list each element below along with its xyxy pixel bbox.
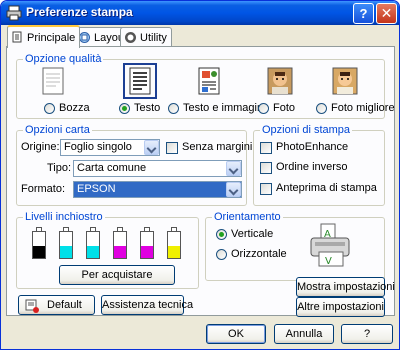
document-printer-icon [12,31,22,43]
technical-support-button[interactable]: Assistenza tecnica [101,295,193,315]
orientation-group: Orientamento Verticale Orizzontale A V [205,211,385,281]
show-settings-button[interactable]: Mostra impostazioni [296,277,395,297]
ink-cartridge-light-magenta [140,231,154,259]
chevron-down-icon[interactable] [144,140,159,155]
help-button[interactable]: ? [341,324,393,344]
cancel-button[interactable]: Annulla [274,324,334,344]
radio-testo-label: Testo [134,102,161,114]
ok-button[interactable]: OK [206,324,266,344]
svg-text:V: V [325,256,332,267]
borderless-checkbox[interactable] [166,142,178,154]
radio-bozza[interactable] [44,103,55,114]
default-printer-icon [25,299,39,313]
window-title: Preferenze stampa [26,5,133,19]
ink-level-fill [114,246,126,258]
best-photo-icon[interactable] [331,66,359,96]
photo-icon[interactable] [266,66,294,96]
ink-level-fill [87,246,99,258]
print-preview-label: Anteprima di stampa [276,182,377,194]
tab-principale-label: Principale [27,31,76,44]
radio-bozza-label: Bozza [59,102,90,114]
radio-foto-migliore[interactable] [316,103,327,114]
radio-orizzontale-label: Orizzontale [231,248,287,260]
ink-cartridge-yellow [167,231,181,259]
format-label: Formato: [21,183,66,195]
paper-options-group: Opzioni carta Origine: Foglio singolo Se… [16,124,252,206]
tab-utility-label: Utility [140,31,167,44]
origin-label: Origine: [21,141,60,153]
orientation-group-title: Orientamento [212,211,283,223]
radio-testo[interactable] [119,103,130,114]
ink-level-fill [168,246,180,258]
utility-printer-icon [125,32,136,43]
text-document-icon[interactable] [123,63,157,99]
radio-testo-e-immagine[interactable] [168,103,179,114]
print-preferences-window: Preferenze stampa ? ✕ Principale Layout … [0,0,400,350]
ink-cartridge-magenta [113,231,127,259]
radio-foto-migliore-label: Foto migliore [331,102,395,114]
title-bar[interactable]: Preferenze stampa ? ✕ [1,1,399,25]
quality-group-title: Opzione qualità [23,53,104,65]
print-options-group-title: Opzioni di stampa [260,124,353,136]
print-preview-checkbox[interactable] [260,183,272,195]
photoenhance-checkbox[interactable] [260,142,272,154]
origin-select-value: Foglio singolo [64,141,132,153]
origin-select[interactable]: Foglio singolo [60,139,160,156]
ink-levels-group: Livelli inchiostro Per acquistare [16,211,199,289]
printer-app-icon [6,5,22,21]
radio-testo-e-immagine-label: Testo e immagine [183,102,270,114]
radio-verticale[interactable] [216,229,227,240]
chevron-down-icon[interactable] [226,182,241,197]
tab-principale[interactable]: Principale [7,25,81,48]
ink-level-fill [60,246,72,258]
type-select-value: Carta comune [77,162,147,174]
purchase-button[interactable]: Per acquistare [59,265,175,285]
ink-cartridge-black [32,231,46,259]
draft-document-icon[interactable] [39,66,67,96]
format-select-value: EPSON [77,183,116,195]
radio-foto-label: Foto [273,102,296,114]
close-button[interactable]: ✕ [376,3,397,24]
text-image-document-icon[interactable] [195,66,223,96]
default-button-label: Default [47,299,82,311]
other-settings-button[interactable]: Altre impostazioni [296,297,385,317]
borderless-label: Senza margini [182,141,253,153]
ink-levels-group-title: Livelli inchiostro [23,211,105,223]
chevron-down-icon[interactable] [226,161,241,176]
format-select[interactable]: EPSON [73,181,242,198]
help-title-button[interactable]: ? [353,3,374,24]
radio-orizzontale[interactable] [216,249,227,260]
ink-level-fill [33,246,45,258]
print-options-group: Opzioni di stampa PhotoEnhance Ordine in… [253,124,385,206]
quality-group: Opzione qualità Bozza Testo Testo e imma… [16,53,395,119]
principale-panel: Opzione qualità Bozza Testo Testo e imma… [6,46,395,317]
reverse-order-label: Ordine inverso [276,161,348,173]
reverse-order-checkbox[interactable] [260,162,272,174]
ink-cartridge-cyan [59,231,73,259]
radio-verticale-label: Verticale [231,228,274,240]
tab-utility[interactable]: Utility [120,27,172,47]
ink-level-fill [141,246,153,258]
photoenhance-label: PhotoEnhance [276,141,349,153]
default-button[interactable]: Default [18,295,95,315]
type-select[interactable]: Carta comune [73,160,242,177]
ink-cartridge-light-cyan [86,231,100,259]
type-label: Tipo: [47,162,72,174]
paper-options-group-title: Opzioni carta [23,124,92,136]
printer-portrait-icon: A V [310,223,350,267]
radio-foto[interactable] [258,103,269,114]
